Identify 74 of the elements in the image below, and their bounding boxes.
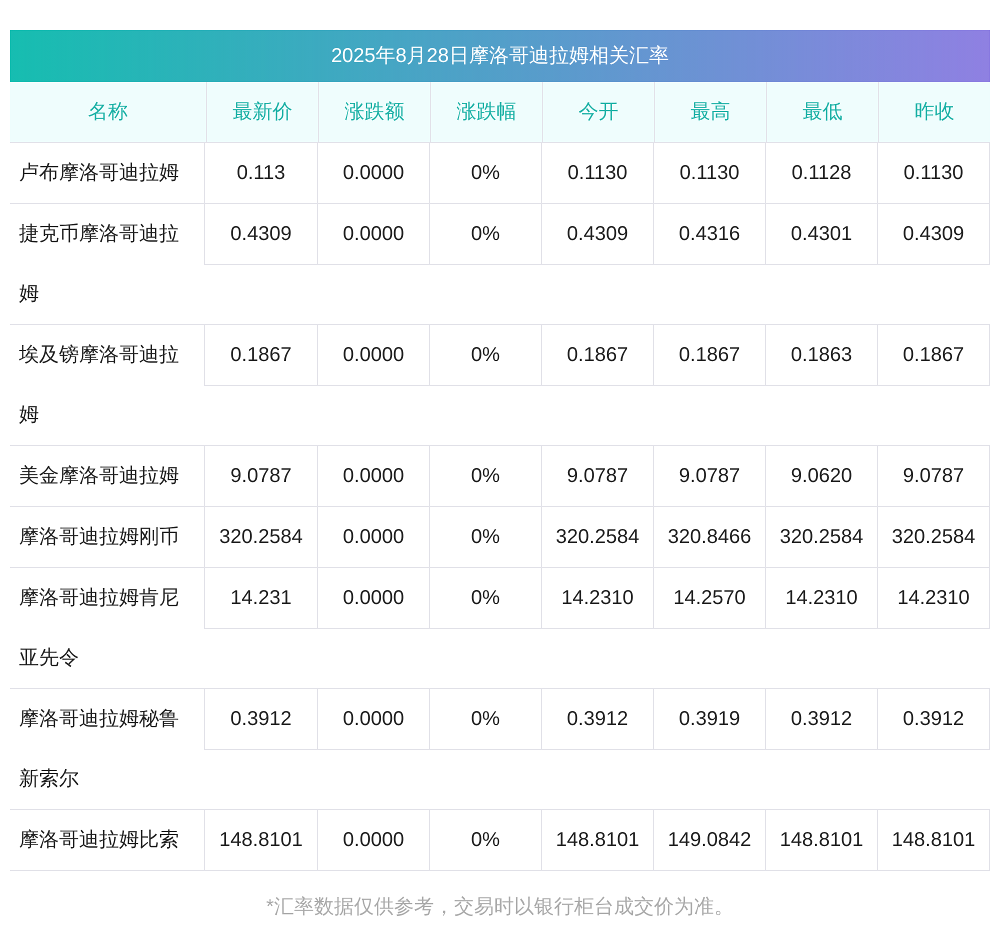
table-cell-text: 0.3912 (229, 707, 293, 732)
table-cell: 148.8101 (877, 810, 989, 870)
table-cell: 0.4309 (877, 204, 989, 264)
table-cell: 0.1867 (541, 325, 653, 385)
column-header: 最高 (654, 82, 766, 142)
table-cell: 0.1863 (765, 325, 877, 385)
table-cell: 0.3919 (653, 689, 765, 749)
table-cell: 14.2310 (541, 568, 653, 628)
table-cell-text: 320.2584 (218, 525, 304, 550)
table-cell: 0.4316 (653, 204, 765, 264)
table-cell: 0.0000 (317, 143, 429, 203)
table-cell: 0.0000 (317, 204, 429, 264)
table-cell: 0.0000 (317, 810, 429, 870)
table-cell: 0.1867 (653, 325, 765, 385)
table-cell: 0% (429, 143, 541, 203)
column-header: 昨收 (878, 82, 990, 142)
table-title: 2025年8月28日摩洛哥迪拉姆相关汇率 (10, 30, 990, 82)
table-cell: 0.3912 (877, 689, 989, 749)
currency-name: 捷克币摩洛哥迪拉姆 (18, 222, 180, 307)
table-cell: 14.2310 (765, 568, 877, 628)
table-cell: 0.0000 (317, 446, 429, 506)
column-header: 最低 (766, 82, 878, 142)
currency-name: 摩洛哥迪拉姆肯尼亚先令 (18, 586, 180, 671)
table-cell-text: 148.8101 (218, 828, 304, 853)
table-cell: 148.8101 (765, 810, 877, 870)
table-cell: 0% (429, 507, 541, 567)
column-header: 最新价 (206, 82, 318, 142)
table-cell: 0.3912 (765, 689, 877, 749)
column-header: 涨跌幅 (430, 82, 542, 142)
table-cell: 0.1130 (541, 143, 653, 203)
table-cell: 14.2570 (653, 568, 765, 628)
table-cell: 149.0842 (653, 810, 765, 870)
column-header: 今开 (542, 82, 654, 142)
table-cell-text: 0.1867 (229, 343, 293, 368)
table-cell: 0% (429, 446, 541, 506)
table-cell-text: 0.4309 (229, 222, 293, 247)
currency-name: 摩洛哥迪拉姆比索 (18, 828, 180, 853)
column-header: 名称 (87, 100, 129, 125)
table-cell: 0% (429, 204, 541, 264)
table-cell: 0% (429, 689, 541, 749)
table-cell: 0.0000 (317, 689, 429, 749)
table-cell: 0.1130 (653, 143, 765, 203)
table-cell: 0.0000 (317, 568, 429, 628)
table-cell: 0.0000 (317, 325, 429, 385)
table-cell: 0% (429, 810, 541, 870)
table-cell: 9.0787 (877, 446, 989, 506)
currency-name: 摩洛哥迪拉姆秘鲁新索尔 (18, 707, 180, 792)
table-cell: 9.0620 (765, 446, 877, 506)
column-header: 涨跌额 (318, 82, 430, 142)
table-cell: 320.2584 (877, 507, 989, 567)
currency-name: 卢布摩洛哥迪拉姆 (18, 161, 180, 186)
table-cell: 0.0000 (317, 507, 429, 567)
currency-name: 埃及镑摩洛哥迪拉姆 (18, 343, 180, 428)
currency-name: 摩洛哥迪拉姆刚币 (18, 525, 180, 550)
table-cell: 14.2310 (877, 568, 989, 628)
table-cell: 320.8466 (653, 507, 765, 567)
table-cell: 0.1130 (877, 143, 989, 203)
table-cell: 9.0787 (653, 446, 765, 506)
table-cell: 148.8101 (541, 810, 653, 870)
table-cell: 0.4309 (541, 204, 653, 264)
table-cell: 0.4301 (765, 204, 877, 264)
table-cell: 9.0787 (541, 446, 653, 506)
table-cell: 0.1867 (877, 325, 989, 385)
table-cell: 0.1128 (765, 143, 877, 203)
table-cell: 0% (429, 568, 541, 628)
table-cell-text: 9.0787 (229, 464, 293, 489)
table-cell: 320.2584 (541, 507, 653, 567)
disclaimer-note: *汇率数据仅供参考，交易时以银行柜台成交价为准。 (265, 895, 735, 920)
currency-name: 美金摩洛哥迪拉姆 (18, 464, 180, 489)
table-cell-text: 14.231 (229, 586, 293, 611)
table-cell: 0% (429, 325, 541, 385)
table-cell: 0.3912 (541, 689, 653, 749)
table-cell: 320.2584 (765, 507, 877, 567)
table-cell-text: 0.113 (236, 161, 286, 186)
